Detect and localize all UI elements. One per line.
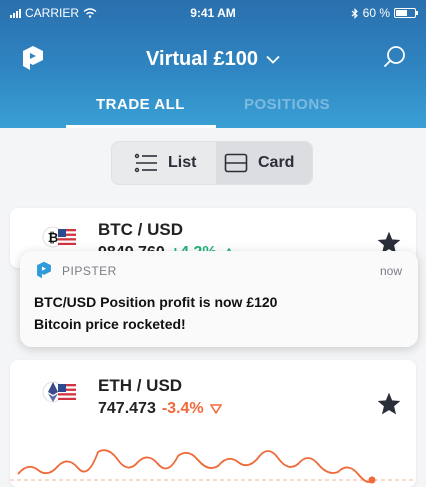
battery-percent: 60 % bbox=[362, 6, 390, 20]
app-header: CARRIER 9:41 AM 60 % Virtual £100 TRADE … bbox=[0, 0, 426, 128]
svg-text:₿: ₿ bbox=[48, 230, 59, 245]
eth-change: -3.4% bbox=[161, 400, 204, 417]
eth-sparkline bbox=[10, 449, 416, 484]
btc-usd-flags-icon: ₿ bbox=[42, 226, 76, 248]
list-icon bbox=[134, 153, 157, 173]
pipster-app-icon bbox=[37, 261, 51, 279]
list-label: List bbox=[168, 154, 197, 171]
triangle-down-icon bbox=[209, 404, 222, 414]
eth-price-line: 747.473 -3.4% bbox=[98, 400, 222, 418]
eth-price: 747.473 bbox=[98, 400, 156, 417]
account-name: Virtual £100 bbox=[146, 48, 258, 70]
card-label: Card bbox=[258, 154, 295, 171]
tab-bar: TRADE ALL POSITIONS bbox=[0, 88, 426, 128]
account-selector[interactable]: Virtual £100 bbox=[0, 48, 426, 71]
list-view-button[interactable]: List bbox=[134, 142, 196, 184]
tab-positions[interactable]: POSITIONS bbox=[244, 96, 330, 113]
btc-pair-label: BTC / USD bbox=[98, 220, 183, 239]
instrument-card-eth[interactable]: ETH / USD 747.473 -3.4% bbox=[10, 360, 416, 487]
notification-app-name: PIPSTER bbox=[62, 264, 117, 278]
notification-body: Bitcoin price rocketed! bbox=[34, 316, 186, 332]
tab-trade-all[interactable]: TRADE ALL bbox=[96, 96, 185, 113]
eth-usd-flags-icon bbox=[42, 381, 76, 403]
card-icon bbox=[224, 153, 248, 173]
star-icon[interactable] bbox=[376, 391, 402, 417]
status-right: 60 % bbox=[351, 6, 418, 20]
status-bar: CARRIER 9:41 AM 60 % bbox=[0, 0, 426, 26]
top-bar: Virtual £100 bbox=[0, 36, 426, 80]
push-notification[interactable]: PIPSTER now BTC/USD Position profit is n… bbox=[20, 251, 418, 347]
bluetooth-icon bbox=[351, 7, 358, 19]
battery-icon bbox=[394, 8, 418, 18]
view-toggle: List Card bbox=[111, 141, 313, 185]
active-tab-indicator bbox=[66, 125, 216, 128]
search-icon[interactable] bbox=[382, 44, 408, 70]
card-view-button[interactable]: Card bbox=[216, 142, 312, 184]
eth-pair-label: ETH / USD bbox=[98, 376, 183, 395]
chevron-down-icon bbox=[266, 55, 280, 64]
notification-time: now bbox=[379, 264, 402, 278]
notification-title: BTC/USD Position profit is now £120 bbox=[34, 294, 278, 310]
